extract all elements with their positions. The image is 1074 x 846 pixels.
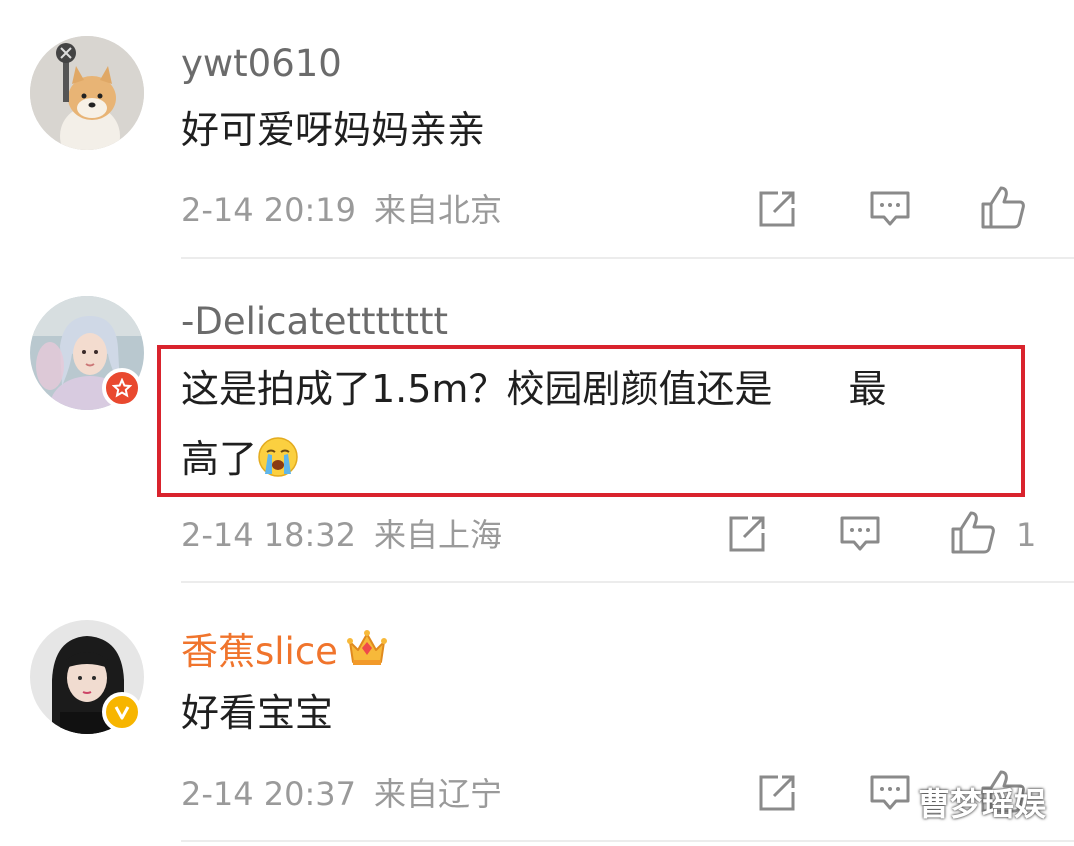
comment-icon — [870, 191, 910, 226]
comment-location: 来自上海 — [374, 516, 503, 554]
comment-item: ywt0610 好可爱呀妈妈亲亲 2-14 20:19 来自北京 — [0, 0, 1074, 260]
share-button[interactable] — [754, 770, 800, 816]
share-icon — [729, 516, 765, 552]
star-badge-icon — [112, 378, 132, 398]
dog-avatar-icon — [30, 36, 144, 150]
username[interactable]: ywt0610 — [181, 45, 342, 82]
like-button[interactable] — [950, 509, 996, 555]
share-icon — [759, 775, 795, 811]
crown-icon — [346, 630, 387, 665]
comment-meta: 2-14 18:32 来自上海 — [181, 519, 502, 551]
comment-icon — [870, 775, 910, 810]
username[interactable]: -Delicatettttttt — [181, 303, 448, 340]
v-badge-icon — [114, 706, 130, 720]
comment-meta: 2-14 20:37 来自辽宁 — [181, 778, 502, 810]
verified-badge — [102, 692, 142, 732]
comment-location: 来自辽宁 — [374, 775, 503, 813]
share-button[interactable] — [724, 511, 770, 557]
comment-icon — [840, 516, 880, 551]
comment-button[interactable] — [867, 186, 913, 232]
username[interactable]: 香蕉slice — [181, 628, 388, 670]
comment-time: 2-14 20:37 — [181, 775, 357, 813]
comment-text: 好可爱呀妈妈亲亲 — [181, 108, 486, 152]
share-button[interactable] — [754, 186, 800, 232]
watermark: 曹梦瑶娱 — [918, 785, 1047, 823]
highlight-box — [157, 345, 1025, 497]
divider — [181, 840, 1074, 842]
thumbs-up-icon — [951, 511, 995, 554]
verified-badge — [102, 368, 142, 408]
comment-text: 好看宝宝 — [181, 691, 334, 735]
comment-meta: 2-14 20:19 来自北京 — [181, 194, 502, 226]
comment-button[interactable] — [867, 770, 913, 816]
share-icon — [759, 191, 795, 227]
comment-button[interactable] — [837, 511, 883, 557]
comment-location: 来自北京 — [374, 191, 503, 229]
like-count: 1 — [1016, 516, 1037, 554]
divider — [181, 581, 1074, 583]
like-button[interactable] — [980, 184, 1026, 230]
thumbs-up-icon — [981, 186, 1025, 229]
divider — [181, 257, 1074, 259]
avatar[interactable] — [30, 36, 144, 150]
comment-time: 2-14 18:32 — [181, 516, 357, 554]
comment-time: 2-14 20:19 — [181, 191, 357, 229]
